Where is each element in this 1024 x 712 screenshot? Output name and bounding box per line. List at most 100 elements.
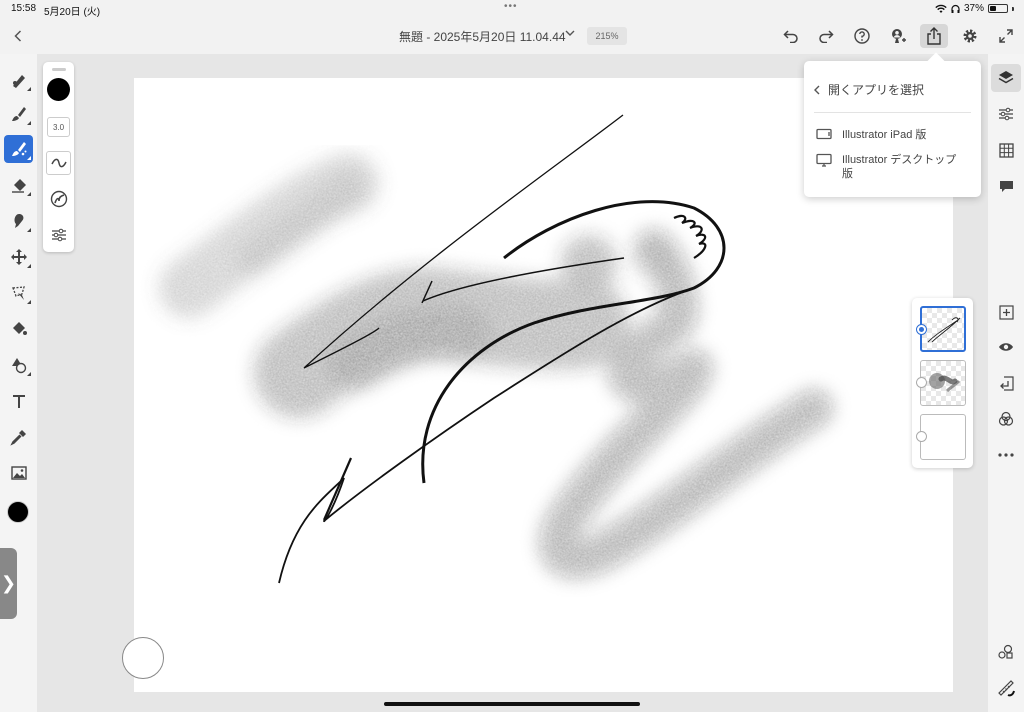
shape-capture-button[interactable] bbox=[991, 638, 1021, 666]
redo-button[interactable] bbox=[812, 24, 840, 48]
menu-divider bbox=[814, 112, 971, 113]
back-button[interactable] bbox=[8, 26, 28, 46]
status-bar: 15:58 5月20日 (火) ••• 37% bbox=[0, 0, 1024, 18]
expand-icon bbox=[999, 29, 1013, 43]
settings-button[interactable] bbox=[956, 24, 984, 48]
brush-size-field[interactable]: 3.0 bbox=[47, 117, 70, 137]
home-indicator[interactable] bbox=[384, 702, 640, 706]
top-toolbar: 無題 - 2025年5月20日 11.04.44 215% bbox=[0, 18, 1024, 54]
add-user-icon bbox=[892, 29, 906, 43]
headphones-icon bbox=[951, 4, 960, 13]
eraser-icon bbox=[11, 179, 26, 193]
wifi-icon bbox=[935, 4, 947, 13]
layers-panel bbox=[912, 298, 973, 468]
brush-style-icon bbox=[50, 190, 67, 208]
brush-color-swatch[interactable] bbox=[47, 78, 70, 101]
pencil-brush-icon bbox=[12, 75, 25, 88]
brush-settings-panel: 3.0 bbox=[43, 62, 74, 252]
layer-select-handle[interactable] bbox=[916, 324, 927, 335]
more-icon bbox=[998, 453, 1014, 457]
zoom-level[interactable]: 215% bbox=[587, 27, 627, 45]
merge-down-button[interactable] bbox=[991, 369, 1021, 397]
desktop-icon bbox=[816, 153, 832, 167]
status-right: 37% bbox=[935, 3, 1014, 14]
add-layer-button[interactable] bbox=[991, 298, 1021, 326]
lasso-icon bbox=[11, 286, 25, 300]
chevron-left-icon bbox=[14, 30, 22, 42]
chevron-right-icon: ❯ bbox=[0, 573, 17, 593]
help-button[interactable] bbox=[848, 24, 876, 48]
menu-back-header[interactable]: 開くアプリを選択 bbox=[814, 81, 924, 98]
redo-icon bbox=[819, 30, 834, 43]
open-in-app-menu: 開くアプリを選択 Illustrator iPad 版 Illustrator … bbox=[804, 52, 981, 197]
tool-smudge[interactable] bbox=[4, 207, 33, 235]
text-icon bbox=[12, 395, 25, 408]
brush-settings-button[interactable] bbox=[46, 223, 71, 247]
tool-text[interactable] bbox=[4, 387, 33, 415]
tool-fill[interactable] bbox=[4, 315, 33, 343]
tool-pixel-brush[interactable] bbox=[4, 135, 33, 163]
eyedropper-icon bbox=[9, 430, 26, 446]
color-swatch[interactable] bbox=[7, 501, 29, 523]
battery-cap bbox=[1012, 6, 1014, 11]
more-options-button[interactable] bbox=[991, 441, 1021, 469]
tool-pencil[interactable] bbox=[4, 66, 33, 94]
undo-button[interactable] bbox=[777, 24, 805, 48]
tool-eyedropper[interactable] bbox=[4, 423, 33, 451]
layer-select-handle[interactable] bbox=[916, 431, 927, 442]
help-icon bbox=[854, 28, 870, 44]
battery-percent: 37% bbox=[963, 3, 984, 14]
move-icon bbox=[10, 249, 27, 265]
eye-icon bbox=[999, 343, 1013, 351]
tool-vector-brush[interactable] bbox=[4, 100, 33, 128]
sliders-icon bbox=[51, 228, 66, 242]
visibility-button[interactable] bbox=[991, 333, 1021, 361]
spray-blob-core bbox=[326, 304, 492, 391]
blend-mode-button[interactable] bbox=[991, 405, 1021, 433]
shapes-icon bbox=[11, 358, 26, 374]
layer-select-handle[interactable] bbox=[916, 377, 927, 388]
menu-item-illustrator-desktop[interactable]: Illustrator デスクトップ版 bbox=[816, 153, 962, 181]
invite-button[interactable] bbox=[884, 24, 912, 48]
multitasking-dots-icon[interactable]: ••• bbox=[504, 1, 518, 12]
ruler-icon bbox=[998, 680, 1015, 697]
undo-icon bbox=[783, 30, 798, 43]
vector-brush-icon bbox=[11, 107, 26, 121]
comments-button[interactable] bbox=[991, 172, 1021, 200]
sliders-icon bbox=[999, 107, 1013, 121]
right-toolbar bbox=[988, 54, 1024, 712]
shapes-capture-icon bbox=[998, 644, 1013, 659]
fullscreen-button[interactable] bbox=[992, 24, 1020, 48]
tool-eraser[interactable] bbox=[4, 171, 33, 199]
tool-shapes[interactable] bbox=[4, 351, 33, 379]
layers-button[interactable] bbox=[991, 64, 1021, 92]
gear-icon bbox=[963, 29, 977, 43]
menu-header-label: 開くアプリを選択 bbox=[828, 83, 925, 97]
document-title[interactable]: 無題 - 2025年5月20日 11.04.44 bbox=[399, 28, 566, 45]
properties-button[interactable] bbox=[991, 100, 1021, 128]
brush-smoothing-button[interactable] bbox=[46, 151, 71, 175]
ruler-button[interactable] bbox=[991, 674, 1021, 702]
comment-icon bbox=[999, 180, 1013, 192]
tool-image[interactable] bbox=[4, 459, 33, 487]
image-icon bbox=[10, 466, 27, 480]
layers-icon bbox=[998, 71, 1014, 84]
brush-style-button[interactable] bbox=[46, 187, 71, 211]
status-time: 15:58 bbox=[11, 3, 37, 14]
share-button[interactable] bbox=[920, 24, 948, 48]
panel-grip[interactable] bbox=[52, 68, 66, 71]
share-icon bbox=[927, 27, 941, 45]
menu-item-label: Illustrator デスクトップ版 bbox=[842, 154, 957, 180]
status-date: 5月20日 (火) bbox=[44, 7, 101, 18]
chevron-down-icon[interactable] bbox=[565, 29, 575, 37]
menu-item-illustrator-ipad[interactable]: Illustrator iPad 版 bbox=[816, 128, 962, 142]
grid-button[interactable] bbox=[991, 136, 1021, 164]
tool-lasso[interactable] bbox=[4, 279, 33, 307]
grid-icon bbox=[998, 142, 1014, 158]
expand-panel-tab[interactable]: ❯ bbox=[0, 548, 17, 619]
menu-item-label: Illustrator iPad 版 bbox=[842, 129, 927, 141]
blend-icon bbox=[998, 411, 1014, 426]
battery-icon bbox=[988, 4, 1008, 13]
tool-move[interactable] bbox=[4, 243, 33, 271]
quick-shortcut-circle[interactable] bbox=[122, 637, 164, 679]
